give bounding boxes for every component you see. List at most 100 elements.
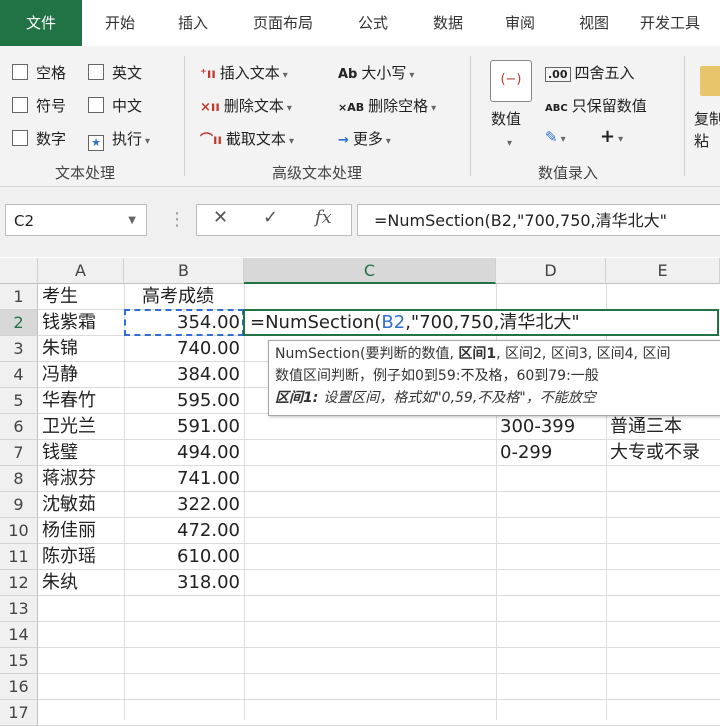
- cell-b4[interactable]: 384.00: [124, 362, 244, 388]
- cell-a7[interactable]: 钱璧: [42, 440, 124, 466]
- checkbox-number[interactable]: 数字: [12, 128, 66, 149]
- row-header-8[interactable]: 8: [0, 466, 38, 492]
- execute-button[interactable]: ★ 执行 ▾: [88, 128, 150, 151]
- row-header-5[interactable]: 5: [0, 388, 38, 414]
- column-header-e[interactable]: E: [606, 258, 720, 284]
- row-header-11[interactable]: 11: [0, 544, 38, 570]
- group-label-number: 数值录入: [538, 164, 599, 182]
- tab-developer[interactable]: 开发工具: [640, 0, 720, 46]
- row-header-2[interactable]: 2: [0, 310, 38, 336]
- keep-number-button[interactable]: ABC 只保留数值: [545, 95, 647, 116]
- chevron-down-icon: ▾: [409, 70, 415, 81]
- confirm-icon[interactable]: ✓: [263, 207, 278, 228]
- insert-text-button[interactable]: ⁺ıı 插入文本 ▾: [200, 62, 288, 83]
- cell-a3[interactable]: 朱锦: [42, 336, 124, 362]
- cell-a8[interactable]: 蒋淑芬: [42, 466, 124, 492]
- chevron-down-icon[interactable]: ▼: [128, 205, 136, 237]
- tab-home[interactable]: 开始: [92, 0, 148, 46]
- row-header-14[interactable]: 14: [0, 622, 38, 648]
- formula-input[interactable]: =NumSection(B2,"700,750,清华北大": [357, 204, 720, 236]
- delete-space-button[interactable]: ×AB 删除空格 ▾: [338, 95, 436, 116]
- cell-a11[interactable]: 陈亦瑶: [42, 544, 124, 570]
- copy-paste-button[interactable]: 复制 粘: [694, 108, 720, 152]
- cell-e6[interactable]: 普通三本: [610, 414, 720, 440]
- checkbox-label: 符号: [36, 97, 67, 115]
- tab-formulas[interactable]: 公式: [345, 0, 401, 46]
- column-header-b[interactable]: B: [124, 258, 244, 284]
- group-label-text: 文本处理: [55, 164, 116, 182]
- extract-text-button[interactable]: ⌒ıı 截取文本 ▾: [200, 128, 294, 149]
- tab-data[interactable]: 数据: [420, 0, 476, 46]
- chevron-down-icon: ▾: [431, 103, 437, 114]
- cell-b7[interactable]: 494.00: [124, 440, 244, 466]
- chevron-down-icon[interactable]: ▾: [504, 132, 512, 150]
- cell-a2[interactable]: 钱紫霜: [42, 310, 124, 336]
- column-header-a[interactable]: A: [38, 258, 124, 284]
- checkbox-box[interactable]: [12, 130, 28, 146]
- round-icon: .00: [545, 67, 571, 82]
- cell-b11[interactable]: 610.00: [124, 544, 244, 570]
- insert-function-icon[interactable]: fx: [315, 207, 332, 228]
- round-button[interactable]: .00 四舍五入: [545, 62, 635, 83]
- select-all-corner[interactable]: [0, 258, 38, 284]
- row-header-1[interactable]: 1: [0, 284, 38, 310]
- tooltip-other-args: , 区间2, 区间3, 区间4, 区间: [496, 346, 671, 362]
- cell-b10[interactable]: 472.00: [124, 518, 244, 544]
- reference-highlight-b2: [124, 309, 244, 336]
- tab-review[interactable]: 审阅: [492, 0, 548, 46]
- checkbox-chinese[interactable]: 中文: [88, 95, 142, 116]
- row-header-7[interactable]: 7: [0, 440, 38, 466]
- name-box[interactable]: C2 ▼: [5, 204, 147, 236]
- checkbox-box[interactable]: [88, 97, 104, 113]
- row-header-15[interactable]: 15: [0, 648, 38, 674]
- cell-c2-editing[interactable]: =NumSection(B2,"700,750,清华北大": [250, 310, 580, 336]
- cell-b3[interactable]: 740.00: [124, 336, 244, 362]
- checkbox-space[interactable]: 空格: [12, 62, 66, 83]
- row-header-17[interactable]: 17: [0, 700, 38, 726]
- cell-b9[interactable]: 322.00: [124, 492, 244, 518]
- tab-page-layout[interactable]: 页面布局: [240, 0, 326, 46]
- cell-a9[interactable]: 沈敏茹: [42, 492, 124, 518]
- formula-rest: ,"700,750,清华北大": [405, 312, 580, 333]
- cell-b1[interactable]: 高考成绩: [142, 284, 258, 310]
- cell-b8[interactable]: 741.00: [124, 466, 244, 492]
- row-header-10[interactable]: 10: [0, 518, 38, 544]
- cell-a6[interactable]: 卫光兰: [42, 414, 124, 440]
- checkbox-box[interactable]: [12, 64, 28, 80]
- checkbox-box[interactable]: [88, 64, 104, 80]
- tab-view[interactable]: 视图: [566, 0, 622, 46]
- cancel-icon[interactable]: ✕: [213, 207, 228, 228]
- delete-text-button[interactable]: ×ıı 删除文本 ▾: [200, 95, 292, 116]
- column-header-d[interactable]: D: [496, 258, 606, 284]
- cell-a5[interactable]: 华春竹: [42, 388, 124, 414]
- cell-b12[interactable]: 318.00: [124, 570, 244, 596]
- cell-b5[interactable]: 595.00: [124, 388, 244, 414]
- row-header-6[interactable]: 6: [0, 414, 38, 440]
- cell-e7[interactable]: 大专或不录: [610, 440, 720, 466]
- cell-d7[interactable]: 0-299: [500, 440, 606, 466]
- cell-a12[interactable]: 朱纨: [42, 570, 124, 596]
- cell-a4[interactable]: 冯静: [42, 362, 124, 388]
- row-header-3[interactable]: 3: [0, 336, 38, 362]
- tab-insert[interactable]: 插入: [165, 0, 221, 46]
- edit-icon[interactable]: ✎ ▾: [545, 128, 566, 146]
- cell-d6[interactable]: 300-399: [500, 414, 606, 440]
- row-header-13[interactable]: 13: [0, 596, 38, 622]
- checkbox-english[interactable]: 英文: [88, 62, 142, 83]
- cell-b6[interactable]: 591.00: [124, 414, 244, 440]
- checkbox-box[interactable]: [12, 97, 28, 113]
- row-header-12[interactable]: 12: [0, 570, 38, 596]
- row-header-9[interactable]: 9: [0, 492, 38, 518]
- cell-a10[interactable]: 杨佳丽: [42, 518, 124, 544]
- row-header-16[interactable]: 16: [0, 674, 38, 700]
- case-button[interactable]: Ab 大小写 ▾: [338, 62, 414, 83]
- gridline: [38, 699, 720, 700]
- plus-icon[interactable]: + ▾: [600, 126, 623, 147]
- column-header-c[interactable]: C: [244, 258, 496, 284]
- row-header-4[interactable]: 4: [0, 362, 38, 388]
- checkbox-symbol[interactable]: 符号: [12, 95, 66, 116]
- tab-file[interactable]: 文件: [0, 0, 82, 46]
- number-entry-button[interactable]: 数值: [491, 108, 521, 129]
- more-button[interactable]: → 更多 ▾: [338, 128, 391, 149]
- cell-a1[interactable]: 考生: [42, 284, 124, 310]
